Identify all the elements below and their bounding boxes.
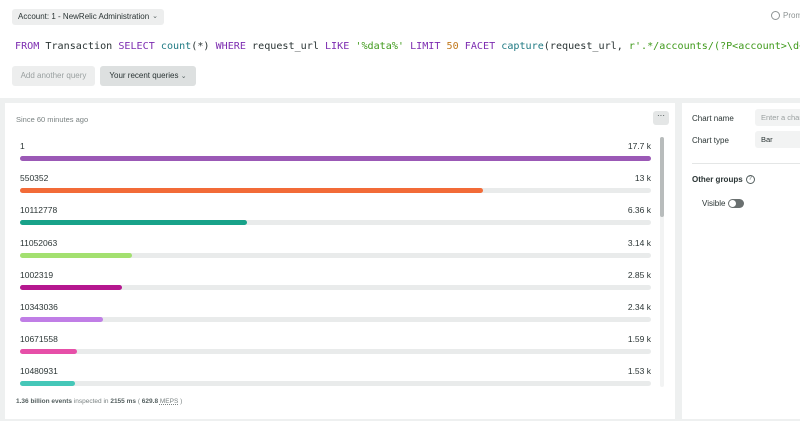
bar-row[interactable]: 1 17.7 k	[20, 141, 651, 161]
bar-track	[20, 252, 651, 258]
bar-value-label: 2.85 k	[627, 269, 651, 280]
promote-icon	[771, 11, 780, 20]
bar-fill	[20, 381, 75, 387]
chart-name-input[interactable]: Enter a chart name	[755, 109, 800, 126]
bar-track	[20, 188, 651, 194]
chart-type-select[interactable]: Bar	[755, 131, 800, 148]
query-duration: 2155 ms	[110, 398, 136, 405]
bar-row[interactable]: 10343036 2.34 k	[20, 302, 651, 322]
limit-number: 50	[446, 41, 459, 52]
other-groups-heading: Other groups ?	[692, 175, 755, 184]
close-paren: )	[180, 398, 183, 405]
meps-value: 629.8	[141, 398, 159, 405]
bar-value-label: 13 k	[634, 173, 651, 184]
account-selector[interactable]: Account: 1 - NewRelic Administration ⌄	[12, 9, 165, 25]
settings-divider	[692, 163, 800, 164]
bar-fill	[20, 220, 247, 226]
bar-category-label: 11052063	[20, 237, 58, 248]
bar-category-label: 10671558	[20, 334, 58, 345]
promote-button[interactable]: Promote	[771, 11, 800, 20]
nrql-query-editor[interactable]: FROM Transaction SELECT count(*) WHERE r…	[15, 39, 800, 52]
inspected-prefix: inspected in	[73, 398, 109, 405]
bar-category-label: 10343036	[20, 302, 58, 312]
events-count: 1.36 billion events	[16, 398, 72, 405]
bar-row[interactable]: 10480931 1.53 k	[20, 366, 651, 387]
query-table: Transaction	[45, 41, 113, 52]
bar-value-label: 2.34 k	[627, 302, 651, 312]
promote-label: Promote	[783, 11, 800, 20]
keyword-where: WHERE	[215, 41, 246, 52]
function-capture: capture	[501, 41, 544, 52]
visible-toggle[interactable]	[728, 199, 744, 208]
bar-value-label: 6.36 k	[627, 205, 651, 216]
query-field: request_url	[252, 41, 319, 52]
bar-row[interactable]: 10112778 6.36 k	[20, 205, 651, 226]
chevron-down-icon: ⌄	[180, 73, 187, 80]
bar-row[interactable]: 10671558 1.59 k	[20, 334, 651, 355]
keyword-facet: FACET	[464, 41, 496, 52]
bar-category-label: 1	[20, 141, 25, 151]
chart-scrollbar[interactable]	[660, 137, 664, 387]
function-count: count	[160, 41, 192, 52]
like-string: '%data%'	[355, 41, 404, 52]
bar-category-label: 10480931	[20, 366, 58, 377]
bar-fill	[20, 188, 484, 194]
chart-settings-panel: Chart name Enter a chart name Chart type…	[682, 103, 800, 419]
more-options-button[interactable]: ···	[653, 111, 669, 125]
chart-panel: Since 60 minutes ago ··· 1 17.7 k 550352 13…	[5, 103, 675, 419]
bar-value-label: 3.14 k	[627, 237, 651, 248]
keyword-like: LIKE	[324, 41, 350, 52]
query-stats: 1.36 billion events inspected in 2155 ms…	[16, 398, 182, 405]
bar-category-label: 1002319	[20, 269, 54, 280]
time-range-label: Since 60 minutes ago	[16, 115, 89, 124]
meps-unit: MEPS	[159, 398, 179, 405]
bar-track	[20, 220, 651, 226]
bar-track	[20, 381, 651, 387]
account-label: Account: 1 - NewRelic Administration	[18, 12, 150, 21]
query-bar: Account: 1 - NewRelic Administration ⌄ P…	[0, 0, 800, 98]
bar-fill	[20, 252, 132, 258]
scrollbar-thumb[interactable]	[660, 137, 664, 217]
keyword-from: FROM	[15, 41, 40, 52]
bar-fill	[20, 156, 651, 161]
recent-queries-button[interactable]: Your recent queries ⌄	[100, 66, 196, 86]
bar-row[interactable]: 1002319 2.85 k	[20, 270, 651, 290]
bar-track	[20, 284, 651, 290]
keyword-select: SELECT	[118, 41, 155, 52]
help-icon[interactable]: ?	[745, 175, 755, 184]
bar-row[interactable]: 11052063 3.14 k	[20, 238, 651, 258]
visible-label: Visible	[702, 199, 726, 208]
bar-category-label: 550352	[20, 173, 49, 184]
bar-fill	[20, 317, 104, 322]
bar-track	[20, 317, 651, 322]
bar-fill	[20, 349, 77, 355]
bar-value-label: 17.7 k	[627, 141, 651, 151]
chevron-down-icon: ⌄	[152, 13, 159, 20]
count-argument: (*)	[191, 41, 210, 52]
chart-name-label: Chart name	[692, 114, 734, 123]
toggle-knob	[729, 200, 736, 207]
chart-type-label: Chart type	[692, 136, 729, 145]
capture-regex: r'.*/accounts/(?P<account>\d+).*'	[628, 41, 800, 52]
add-another-query-button[interactable]: Add another query	[12, 66, 95, 86]
bar-value-label: 1.53 k	[627, 366, 651, 377]
bar-track	[20, 156, 651, 161]
keyword-limit: LIMIT	[410, 41, 441, 52]
bar-row[interactable]: 550352 13 k	[20, 173, 651, 194]
bar-fill	[20, 284, 122, 290]
bar-category-label: 10112778	[20, 205, 58, 216]
capture-open: (request_url,	[543, 41, 629, 52]
other-groups-label: Other groups	[692, 175, 743, 184]
bar-value-label: 1.59 k	[627, 334, 651, 345]
open-paren: (	[137, 398, 140, 405]
bar-track	[20, 349, 651, 355]
recent-queries-label: Your recent queries	[109, 71, 179, 80]
